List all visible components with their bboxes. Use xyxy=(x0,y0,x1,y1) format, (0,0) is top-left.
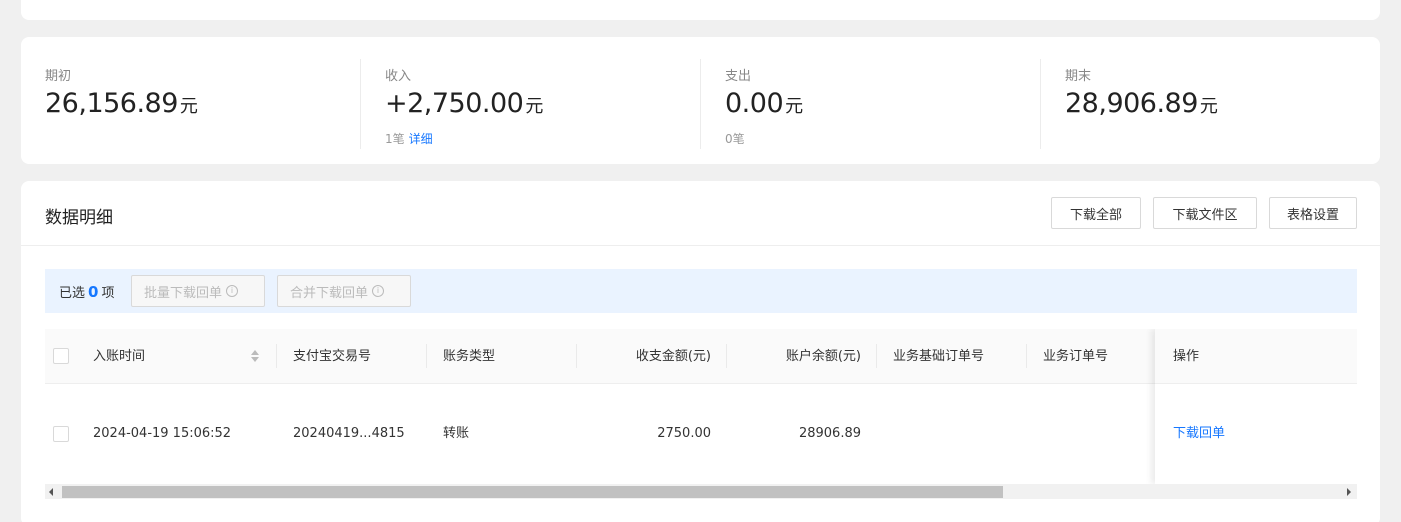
merge-download-button[interactable]: 合并下载回单 i xyxy=(277,275,411,307)
download-receipt-link[interactable]: 下载回单 xyxy=(1173,384,1225,484)
stat-label: 期末 xyxy=(1065,69,1092,84)
batch-download-button[interactable]: 批量下载回单 i xyxy=(131,275,265,307)
selection-suffix: 项 xyxy=(101,286,115,301)
income-count: 1笔 xyxy=(385,132,405,146)
stat-amount: 28,906.89 xyxy=(1065,88,1198,119)
col-separator xyxy=(276,344,277,368)
horizontal-scrollbar[interactable] xyxy=(45,484,1357,499)
selection-text: 已选 0 项 xyxy=(59,282,114,301)
action-header: 操作 xyxy=(1155,329,1357,384)
selection-count: 0 xyxy=(88,283,99,301)
download-all-button[interactable]: 下载全部 xyxy=(1051,197,1141,229)
expense-count: 0笔 xyxy=(725,132,745,146)
table-settings-button[interactable]: 表格设置 xyxy=(1269,197,1357,229)
stat-sub: 0笔 xyxy=(725,130,745,147)
detail-title: 数据明细 xyxy=(45,208,113,228)
stat-amount: 26,156.89 xyxy=(45,88,178,119)
stat-unit: 元 xyxy=(179,96,198,117)
stat-unit: 元 xyxy=(1199,96,1218,117)
stat-unit: 元 xyxy=(785,96,803,117)
action-column: 操作 下载回单 xyxy=(1155,329,1357,484)
stat-income: 收入 +2,750.00 元 1笔 详细 xyxy=(361,37,701,164)
cell-type: 转账 xyxy=(443,426,470,441)
col-time[interactable]: 入账时间 xyxy=(93,329,145,384)
stat-value: 28,906.89 元 xyxy=(1065,88,1218,119)
cell-balance: 28906.89 xyxy=(798,426,861,441)
col-order: 业务订单号 xyxy=(1043,349,1109,364)
scroll-left-icon[interactable] xyxy=(49,488,53,496)
stat-amount: +2,750.00 xyxy=(385,88,524,119)
data-table: 入账时间 支付宝交易号 账务类型 收支金额(元) 账户余额(元) 业务基础订单号… xyxy=(45,329,1357,499)
stat-value: 26,156.89 元 xyxy=(45,88,198,119)
stat-sub: 1笔 详细 xyxy=(385,130,433,147)
col-separator xyxy=(876,344,877,368)
selection-prefix: 已选 xyxy=(59,286,86,301)
batch-download-label: 批量下载回单 xyxy=(144,285,223,301)
cell-trade-no: 20240419...4815 xyxy=(293,426,405,441)
scrollbar-thumb[interactable] xyxy=(62,486,1003,498)
row-checkbox[interactable] xyxy=(53,426,69,442)
col-separator xyxy=(1026,344,1027,368)
col-balance: 账户余额(元) xyxy=(785,349,861,364)
download-files-button[interactable]: 下载文件区 xyxy=(1153,197,1257,229)
cell-amount: 2750.00 xyxy=(657,426,711,441)
income-detail-link[interactable]: 详细 xyxy=(409,132,433,146)
cell-time: 2024-04-19 15:06:52 xyxy=(93,426,232,441)
col-trade-no: 支付宝交易号 xyxy=(293,349,372,364)
col-base-order: 业务基础订单号 xyxy=(893,349,985,364)
merge-download-label: 合并下载回单 xyxy=(290,285,369,301)
detail-panel: 数据明细 下载全部 下载文件区 表格设置 已选 0 项 批量下载回单 i 合并下载回单… xyxy=(21,181,1380,522)
stat-value: 0.00 元 xyxy=(725,88,803,119)
col-separator xyxy=(426,344,427,368)
stat-label: 收入 xyxy=(385,69,412,84)
stat-unit: 元 xyxy=(525,96,543,117)
info-icon: i xyxy=(372,285,385,297)
stat-value: +2,750.00 元 xyxy=(385,88,543,119)
col-action: 操作 xyxy=(1173,349,1200,364)
stat-expense: 支出 0.00 元 0笔 xyxy=(701,37,1041,164)
top-card xyxy=(21,0,1380,20)
col-amount: 收支金额(元) xyxy=(635,349,711,364)
sort-icon[interactable] xyxy=(250,349,260,365)
stat-label: 支出 xyxy=(725,69,752,84)
scroll-right-icon[interactable] xyxy=(1347,488,1351,496)
col-type: 账务类型 xyxy=(443,349,496,364)
detail-header: 数据明细 下载全部 下载文件区 表格设置 xyxy=(21,181,1380,246)
stat-opening: 期初 26,156.89 元 xyxy=(21,37,361,164)
stat-amount: 0.00 xyxy=(725,88,784,119)
summary-panel: 期初 26,156.89 元 收入 +2,750.00 元 1笔 详细 支出 0.00… xyxy=(21,37,1380,164)
stat-label: 期初 xyxy=(45,69,72,84)
selection-bar: 已选 0 项 批量下载回单 i 合并下载回单 i xyxy=(45,269,1357,313)
info-icon: i xyxy=(226,285,239,297)
select-all-checkbox[interactable] xyxy=(53,348,69,364)
stat-closing: 期末 28,906.89 元 xyxy=(1041,37,1381,164)
